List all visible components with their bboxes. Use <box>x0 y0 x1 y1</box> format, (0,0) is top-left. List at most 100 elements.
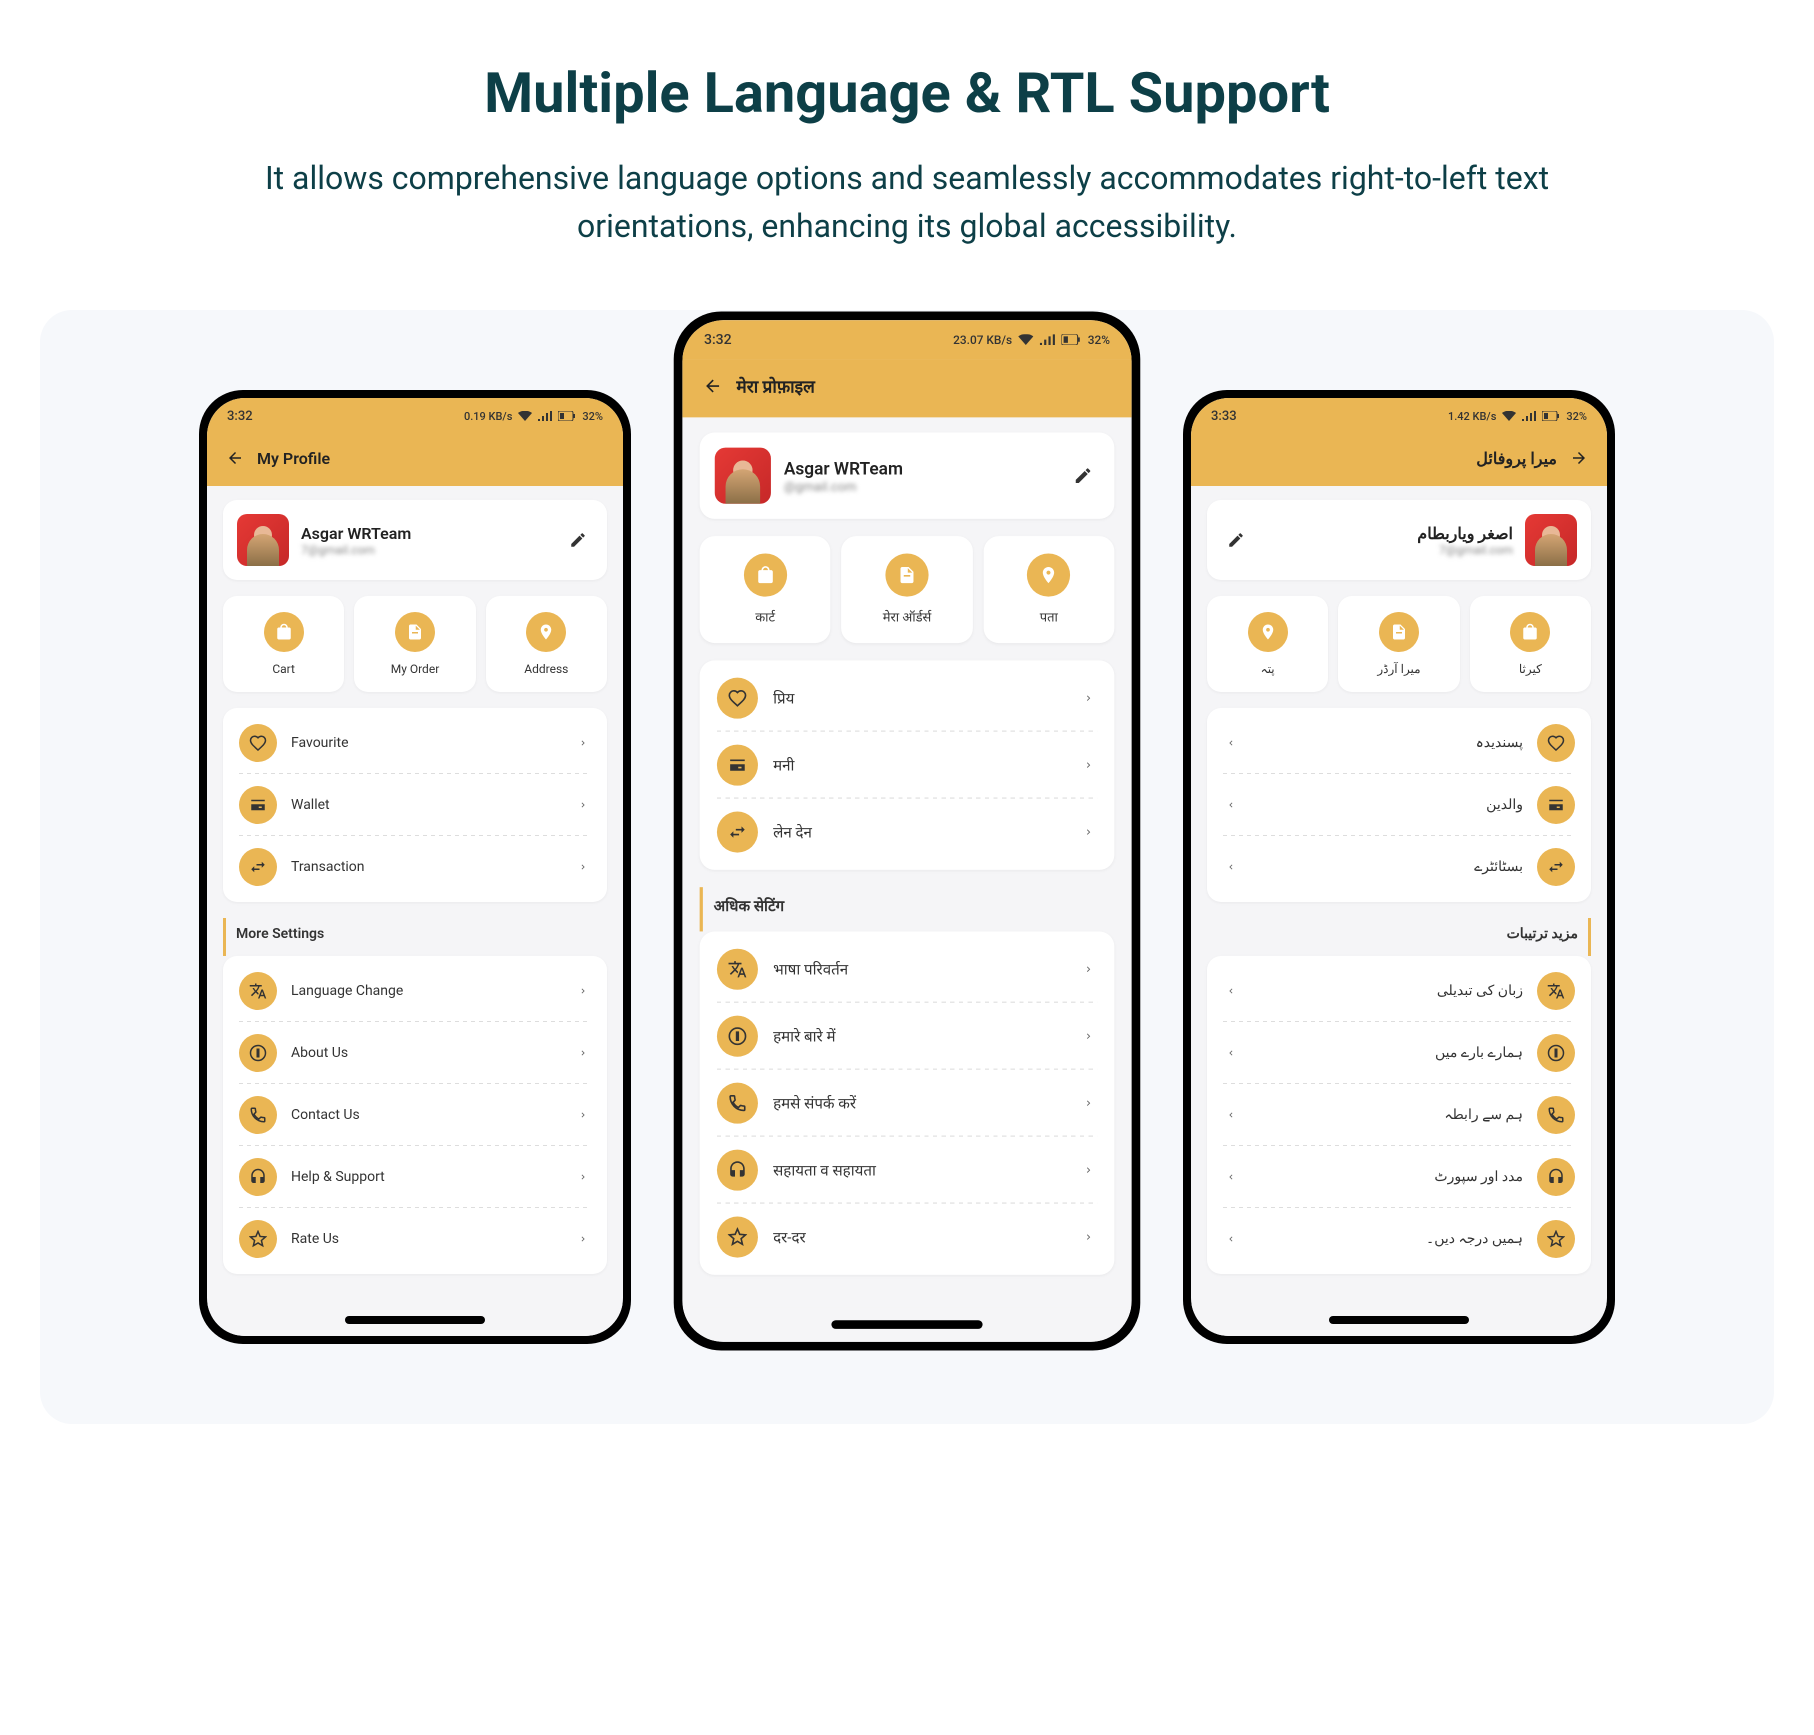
qa-label: My Order <box>391 662 440 676</box>
phone-icon <box>1537 1096 1575 1134</box>
menu-label: भाषा परिवर्तन <box>773 959 1065 980</box>
quick-action-order[interactable]: My Order <box>354 596 475 692</box>
wifi-icon <box>1019 334 1034 345</box>
profile-card: Asgar WRTeam 7@gmail.com <box>223 500 607 580</box>
support-icon <box>717 1150 758 1191</box>
chevron-left-icon <box>1223 1045 1239 1061</box>
qa-label: پتہ <box>1261 662 1275 676</box>
menu-label: ہمیں درجہ دیں۔ <box>1253 1231 1523 1247</box>
app-header: मेरा प्रोफ़ाइल <box>682 359 1131 417</box>
quick-action-cart[interactable]: Cart <box>223 596 344 692</box>
profile-card: اصغر ویاربطام 7@gmail.com <box>1207 500 1591 580</box>
edit-button[interactable] <box>563 525 593 555</box>
menu-about[interactable]: हमारे बारे में <box>700 1003 1115 1070</box>
quick-action-order[interactable]: میرا آرڈر <box>1338 596 1459 692</box>
info-icon <box>1537 1034 1575 1072</box>
edit-button[interactable] <box>1221 525 1251 555</box>
menu-language[interactable]: भाषा परिवर्तन <box>700 936 1115 1003</box>
qa-label: میرا آرڈر <box>1377 662 1420 676</box>
menu-wallet[interactable]: والدین <box>1207 774 1591 836</box>
status-data: 23.07 KB/s <box>953 333 1012 347</box>
quick-action-order[interactable]: मेरा ऑर्डर्स <box>841 536 972 643</box>
page-title: Multiple Language & RTL Support <box>40 60 1774 126</box>
chevron-right-icon <box>575 1107 591 1123</box>
menu-label: About Us <box>291 1045 561 1061</box>
wallet-icon <box>239 786 277 824</box>
bag-icon <box>744 553 787 596</box>
menu-transaction[interactable]: Transaction <box>223 836 607 898</box>
quick-action-cart[interactable]: کیرثا <box>1470 596 1591 692</box>
edit-button[interactable] <box>1067 459 1099 491</box>
phone-urdu: 3:33 1.42 KB/s 32% میرا پروفائل اصغر ویا… <box>1183 390 1615 1344</box>
menu-label: दर-दर <box>773 1227 1065 1248</box>
menu-favourite[interactable]: Favourite <box>223 712 607 774</box>
status-data: 1.42 KB/s <box>1448 410 1496 423</box>
phone-icon <box>717 1083 758 1124</box>
menu-contact[interactable]: Contact Us <box>223 1084 607 1146</box>
back-button[interactable] <box>225 448 245 468</box>
chevron-right-icon <box>575 1231 591 1247</box>
chevron-right-icon <box>1080 1228 1097 1245</box>
phone-english: 3:32 0.19 KB/s 32% My Profile Asgar WRTe… <box>199 390 631 1344</box>
menu-label: सहायता व सहायता <box>773 1160 1065 1181</box>
menu-language[interactable]: Language Change <box>223 960 607 1022</box>
quick-action-address[interactable]: पता <box>983 536 1114 643</box>
header-title: My Profile <box>257 449 330 468</box>
avatar <box>1525 514 1577 566</box>
status-bar: 3:32 23.07 KB/s 32% <box>682 320 1131 359</box>
menu-language[interactable]: زبان کی تبدیلی <box>1207 960 1591 1022</box>
chevron-right-icon <box>1080 1028 1097 1045</box>
chevron-left-icon <box>1223 859 1239 875</box>
header-title: میرا پروفائل <box>1476 449 1557 468</box>
chevron-right-icon <box>1080 823 1097 840</box>
quick-action-cart[interactable]: कार्ट <box>700 536 831 643</box>
qa-label: کیرثا <box>1519 662 1542 676</box>
quick-action-address[interactable]: پتہ <box>1207 596 1328 692</box>
profile-email: 7@gmail.com <box>1263 543 1513 557</box>
menu-rate[interactable]: दर-दर <box>700 1204 1115 1271</box>
menu-wallet[interactable]: मनी <box>700 732 1115 799</box>
support-icon <box>239 1158 277 1196</box>
status-battery: 32% <box>1088 333 1110 347</box>
chevron-left-icon <box>1223 1231 1239 1247</box>
profile-name: Asgar WRTeam <box>784 458 1054 479</box>
chevron-right-icon <box>1080 961 1097 978</box>
chevron-right-icon <box>575 797 591 813</box>
battery-icon <box>1542 411 1560 421</box>
menu-rate[interactable]: Rate Us <box>223 1208 607 1270</box>
translate-icon <box>1537 972 1575 1010</box>
menu-contact[interactable]: ہم سے رابطہ <box>1207 1084 1591 1146</box>
menu-help[interactable]: Help & Support <box>223 1146 607 1208</box>
menu-wallet[interactable]: Wallet <box>223 774 607 836</box>
heart-icon <box>1537 724 1575 762</box>
menu-label: लेन देन <box>773 822 1065 843</box>
menu-favourite[interactable]: प्रिय <box>700 665 1115 732</box>
translate-icon <box>239 972 277 1010</box>
back-button[interactable] <box>702 375 724 397</box>
menu-favourite[interactable]: پسندیدہ <box>1207 712 1591 774</box>
app-header: میرا پروفائل <box>1191 434 1607 486</box>
status-time: 3:33 <box>1211 409 1237 424</box>
chevron-right-icon <box>1080 1095 1097 1112</box>
menu-transaction[interactable]: بسٹائٹرے <box>1207 836 1591 898</box>
qa-label: कार्ट <box>755 607 775 625</box>
transfer-icon <box>1537 848 1575 886</box>
menu-about[interactable]: About Us <box>223 1022 607 1084</box>
quick-action-address[interactable]: Address <box>486 596 607 692</box>
menu-about[interactable]: ہمارے بارے میں <box>1207 1022 1591 1084</box>
menu-rate[interactable]: ہمیں درجہ دیں۔ <box>1207 1208 1591 1270</box>
menu-contact[interactable]: हमसे संपर्क करें <box>700 1070 1115 1137</box>
transfer-icon <box>239 848 277 886</box>
menu-label: Wallet <box>291 797 561 813</box>
status-time: 3:32 <box>227 409 253 424</box>
home-indicator <box>831 1320 982 1329</box>
menu-help[interactable]: مدد اور سپورٹ <box>1207 1146 1591 1208</box>
menu-help[interactable]: सहायता व सहायता <box>700 1137 1115 1204</box>
chevron-right-icon <box>575 735 591 751</box>
menu-transaction[interactable]: लेन देन <box>700 799 1115 866</box>
profile-name: Asgar WRTeam <box>301 524 551 543</box>
section-more-settings: More Settings <box>223 918 328 956</box>
signal-icon <box>538 411 552 421</box>
back-button[interactable] <box>1569 448 1589 468</box>
menu-label: मनी <box>773 755 1065 776</box>
